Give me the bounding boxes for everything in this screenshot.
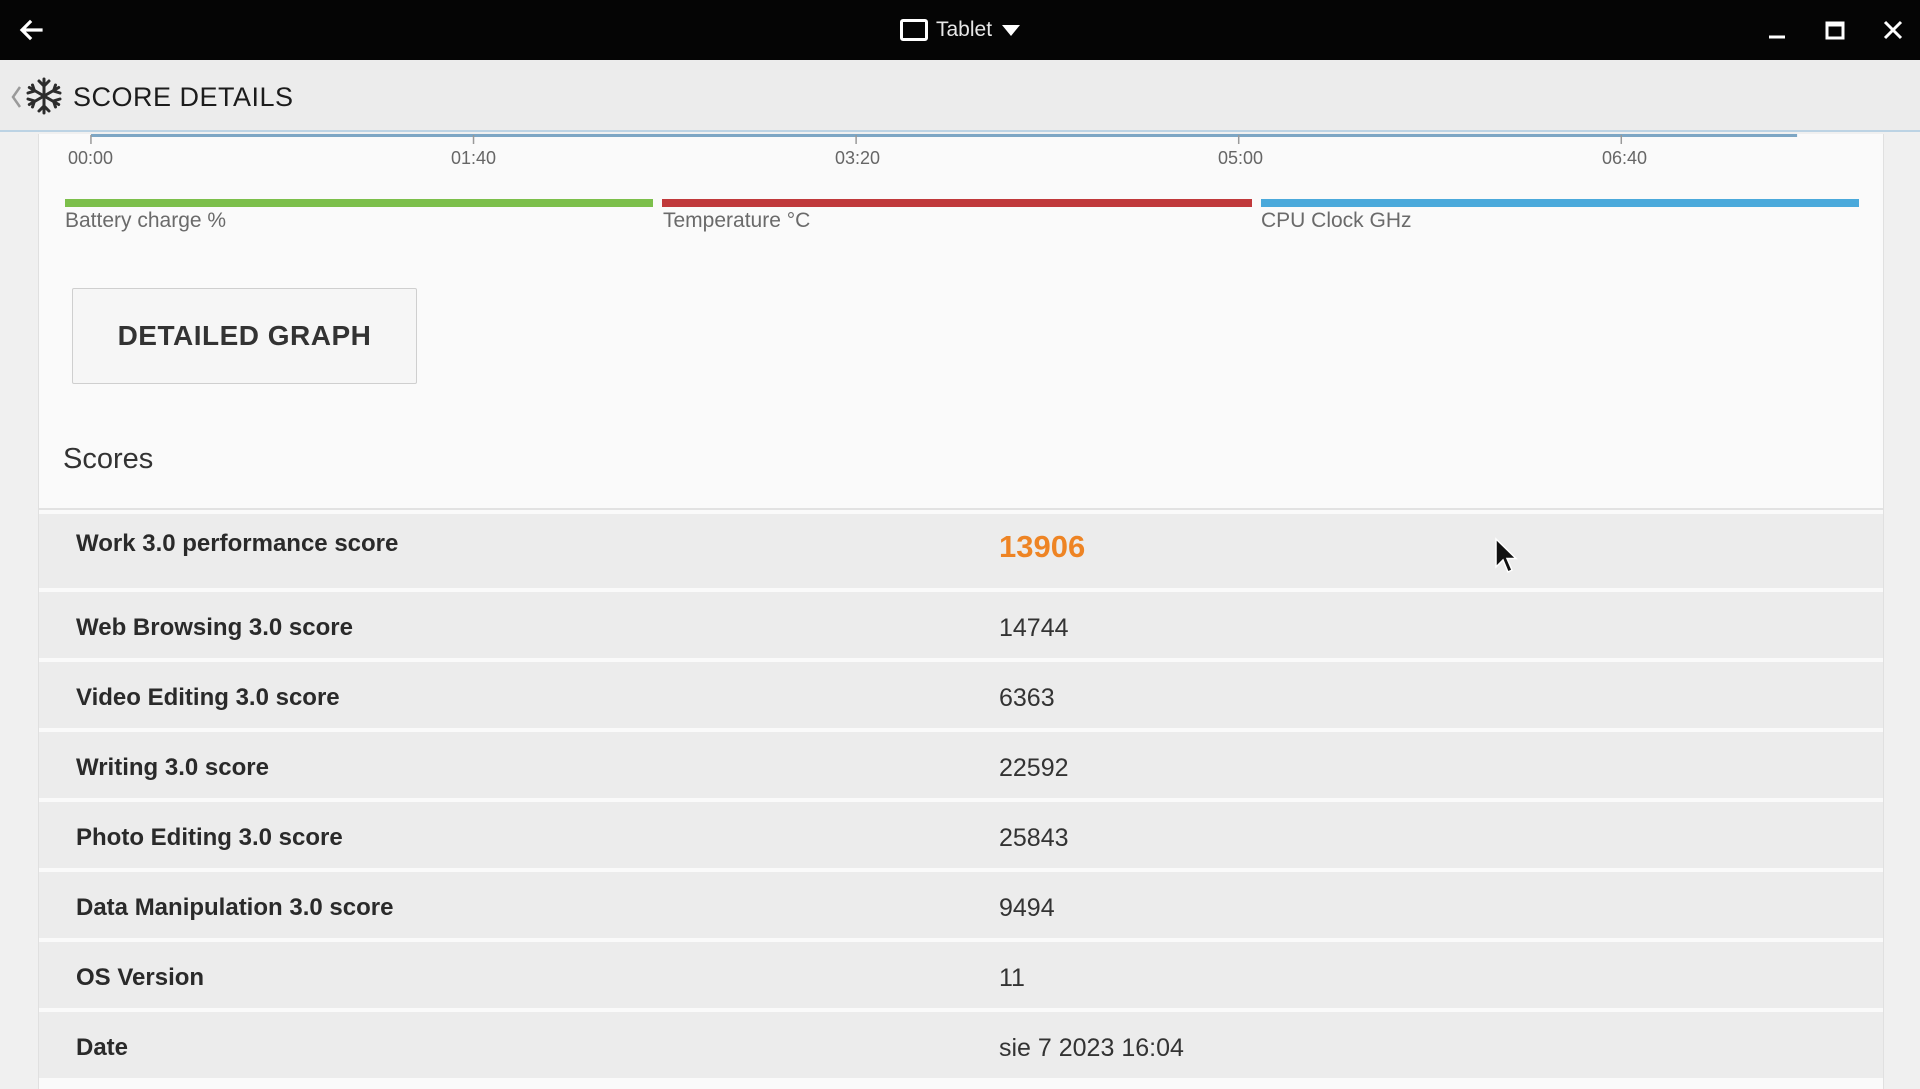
table-row: Video Editing 3.0 score 6363 — [39, 662, 1883, 732]
timeline-tick-label: 06:40 — [1602, 148, 1648, 168]
table-row: Date sie 7 2023 16:04 — [39, 1012, 1883, 1082]
legend-label-battery: Battery charge % — [65, 209, 227, 232]
row-label: OS Version — [76, 964, 205, 991]
row-value: 22592 — [999, 754, 1069, 782]
section-divider — [39, 508, 1883, 510]
table-row: Data Manipulation 3.0 score 9494 — [39, 872, 1883, 942]
legend-label-temperature: Temperature °C — [663, 209, 811, 232]
chevron-left-icon[interactable] — [8, 84, 24, 110]
row-value: 6363 — [999, 684, 1055, 712]
window-titlebar: Tablet — [0, 0, 1920, 60]
timeline-tick-label: 05:00 — [1218, 148, 1264, 168]
row-value: 14744 — [999, 614, 1069, 642]
scores-table: Work 3.0 performance score 13906 Web Bro… — [39, 514, 1883, 1082]
row-label: Data Manipulation 3.0 score — [76, 894, 394, 921]
snowflake-icon — [26, 77, 62, 115]
legend-label-cpu-clock: CPU Clock GHz — [1261, 209, 1412, 232]
legend-bar-cpu-clock — [1261, 199, 1859, 207]
timeline-tick-label: 01:40 — [451, 148, 497, 168]
row-label: Date — [76, 1034, 129, 1061]
row-label: Web Browsing 3.0 score — [76, 614, 353, 641]
score-details-panel: 00:00 01:40 03:20 05:00 06:40 Battery ch… — [38, 134, 1884, 1089]
table-row: Web Browsing 3.0 score 14744 — [39, 592, 1883, 662]
maximize-icon[interactable] — [1820, 15, 1850, 45]
row-value: 9494 — [999, 894, 1055, 922]
row-label: Video Editing 3.0 score — [76, 684, 340, 711]
app-header: SCORE DETAILS — [0, 60, 1920, 132]
timeline-tick-label: 03:20 — [835, 148, 881, 168]
row-value-highlight: 13906 — [999, 529, 1086, 564]
page-title: SCORE DETAILS — [73, 82, 294, 112]
row-value: 11 — [999, 964, 1025, 992]
device-mode-selector[interactable]: Tablet — [900, 14, 1021, 46]
close-icon[interactable] — [1878, 15, 1908, 45]
detailed-graph-button[interactable]: DETAILED GRAPH — [72, 288, 417, 384]
legend-bar-battery — [65, 199, 653, 207]
row-value: 25843 — [999, 824, 1069, 852]
tablet-icon — [900, 19, 928, 41]
row-label: Photo Editing 3.0 score — [76, 824, 343, 851]
row-label: Writing 3.0 score — [76, 754, 269, 781]
legend-bar-temperature — [662, 199, 1252, 207]
minimize-icon[interactable] — [1762, 15, 1792, 45]
table-row: Photo Editing 3.0 score 25843 — [39, 802, 1883, 872]
mouse-cursor-icon — [1495, 537, 1518, 574]
back-arrow-icon[interactable] — [16, 15, 46, 45]
table-row: Work 3.0 performance score 13906 — [39, 514, 1883, 592]
device-mode-label: Tablet — [936, 18, 993, 41]
row-value: sie 7 2023 16:04 — [999, 1034, 1184, 1062]
row-label: Work 3.0 performance score — [76, 530, 399, 557]
caret-down-icon — [1002, 24, 1021, 36]
timeline-tick-label: 00:00 — [68, 148, 114, 168]
table-row: Writing 3.0 score 22592 — [39, 732, 1883, 802]
table-row: OS Version 11 — [39, 942, 1883, 1012]
scores-section-title: Scores — [63, 443, 154, 475]
